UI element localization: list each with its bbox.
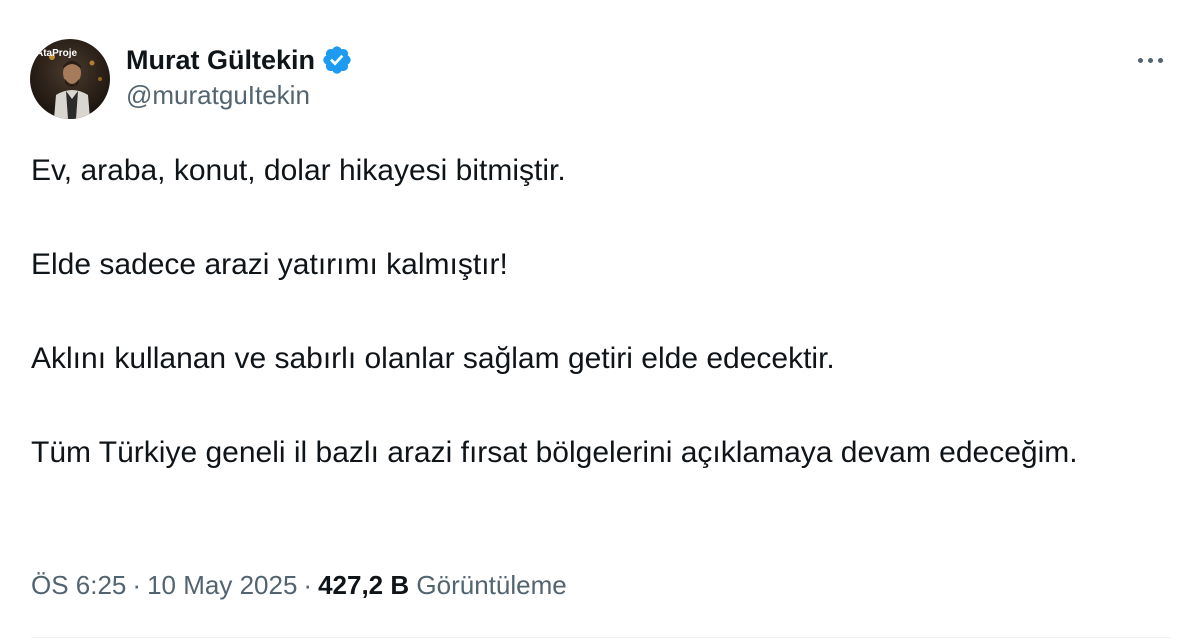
more-dot — [1147, 57, 1153, 63]
author-display-name[interactable]: Murat Gültekin — [126, 45, 315, 76]
tweet-text: Ev, araba, konut, dolar hikayesi bitmişt… — [31, 150, 1141, 474]
tweet-date[interactable]: 10 May 2025 — [147, 570, 297, 600]
author-name-row: Murat Gültekin — [126, 40, 353, 80]
views-count: 427,2 B — [318, 570, 410, 600]
avatar-image: AtaProje — [30, 39, 110, 119]
more-options-icon[interactable] — [1130, 42, 1170, 78]
verified-badge-icon — [321, 44, 353, 76]
tweet-paragraph: Elde sadece arazi yatırımı kalmıştır! — [31, 248, 508, 281]
more-dot — [1157, 57, 1163, 63]
more-dot — [1137, 57, 1143, 63]
tweet-paragraph: Tüm Türkiye geneli il bazlı arazi fırsat… — [31, 436, 1078, 469]
views-label: Görüntüleme — [416, 570, 567, 600]
divider — [31, 637, 1171, 638]
tweet-meta: ÖS 6:25 · 10 May 2025 · 427,2 B Görüntüleme — [31, 566, 567, 604]
author-handle[interactable]: @muratguItekin — [126, 80, 310, 111]
avatar-logo-text: AtaProje — [36, 48, 78, 59]
tweet-paragraph: Ev, araba, konut, dolar hikayesi bitmişt… — [31, 154, 566, 187]
tweet-time[interactable]: ÖS 6:25 — [31, 570, 126, 600]
tweet-paragraph: Aklını kullanan ve sabırlı olanlar sağla… — [31, 342, 835, 375]
meta-separator: · — [303, 570, 313, 600]
meta-separator: · — [132, 570, 142, 600]
tweet-card: AtaProje Murat Gültekin @muratguItekin E… — [0, 0, 1202, 644]
avatar[interactable]: AtaProje — [30, 39, 110, 119]
